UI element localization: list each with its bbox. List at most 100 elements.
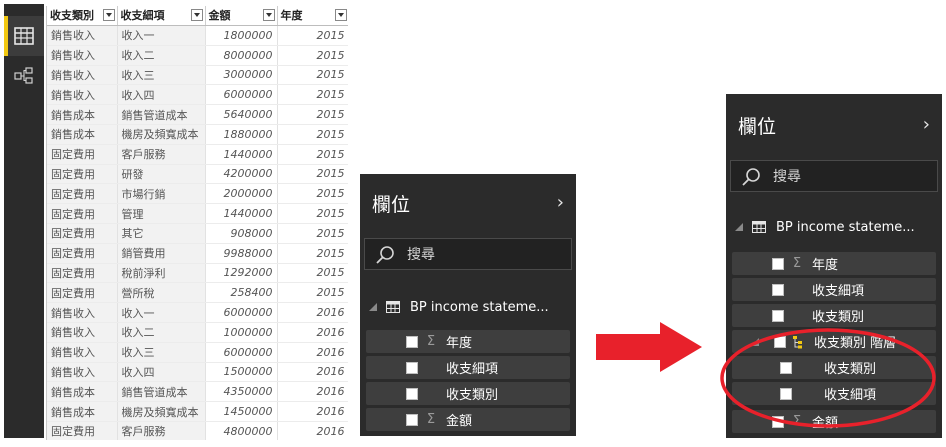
- table-cell: 1500000: [205, 362, 278, 383]
- table-cell: 1440000: [205, 144, 278, 165]
- table-row: 銷售收入 收入四 1500000 2016: [47, 362, 348, 383]
- field-checkbox[interactable]: [406, 387, 418, 400]
- column-filter-icon[interactable]: [102, 9, 115, 21]
- table-cell: 6000000: [205, 342, 278, 363]
- column-header[interactable]: 年度: [277, 6, 348, 26]
- table-cell: 2015: [277, 183, 348, 205]
- table-cell: 2016: [277, 362, 348, 383]
- column-filter-icon[interactable]: [262, 9, 275, 21]
- collapse-caret-icon[interactable]: [368, 302, 378, 312]
- table-cell: 銷管費用: [117, 243, 206, 264]
- field-row[interactable]: Σ收支細項: [366, 356, 570, 379]
- table-cell: 2016: [277, 421, 348, 440]
- column-header[interactable]: 收支類別: [47, 6, 118, 26]
- table-cell: 2015: [277, 25, 348, 46]
- table-cell: 4800000: [205, 421, 278, 440]
- hierarchy-row[interactable]: 收支類別 階層: [732, 330, 936, 353]
- table-cell: 收入一: [117, 25, 206, 46]
- table-row: 銷售收入 收入三 6000000 2016: [47, 342, 348, 363]
- table-cell: 1000000: [205, 322, 278, 343]
- table-cell: 2015: [277, 65, 348, 86]
- field-checkbox[interactable]: [406, 413, 418, 426]
- table-view-icon: [14, 27, 34, 45]
- table-cell: 1880000: [205, 124, 278, 145]
- table-cell: 8000000: [205, 45, 278, 66]
- table-cell: 銷售收入: [47, 45, 118, 66]
- table-cell: 258400: [205, 282, 278, 304]
- field-label: 收支類別: [824, 362, 877, 377]
- column-filter-icon[interactable]: [334, 9, 347, 21]
- field-checkbox[interactable]: [780, 387, 792, 400]
- column-filter-icon[interactable]: [190, 9, 203, 21]
- table-cell: 4350000: [205, 381, 278, 403]
- table-cell: 銷售收入: [47, 322, 118, 343]
- table-cell: 3000000: [205, 65, 278, 86]
- table-cell: 營所稅: [117, 282, 206, 304]
- sigma-icon: Σ: [792, 414, 802, 429]
- field-checkbox[interactable]: [406, 335, 418, 348]
- table-cell: 2015: [277, 144, 348, 165]
- collapse-caret-icon[interactable]: [750, 337, 760, 347]
- field-checkbox[interactable]: [406, 361, 418, 374]
- table-cell: 1450000: [205, 401, 278, 422]
- field-label: 收支類別: [446, 388, 499, 403]
- table-cell: 收入三: [117, 65, 206, 86]
- table-cell: 稅前淨利: [117, 263, 206, 284]
- table-row: 銷售收入 收入四 6000000 2015: [47, 84, 348, 106]
- table-row: 銷售收入 收入二 8000000 2015: [47, 45, 348, 66]
- chevron-right-icon[interactable]: ›: [557, 192, 564, 213]
- table-node[interactable]: BP income stateme...: [730, 216, 938, 238]
- field-row[interactable]: Σ 收支細項: [732, 278, 936, 301]
- sigma-icon: Σ: [426, 334, 436, 349]
- field-checkbox[interactable]: [780, 361, 792, 374]
- table-cell: 研發: [117, 164, 206, 185]
- column-header[interactable]: 收支細項: [117, 6, 206, 26]
- field-row[interactable]: Σ 金額: [366, 408, 570, 431]
- table-cell: 2016: [277, 381, 348, 403]
- field-row[interactable]: Σ 年度: [366, 330, 570, 353]
- table-cell: 其它: [117, 223, 206, 244]
- chevron-right-icon[interactable]: ›: [923, 114, 930, 135]
- table-cell: 銷售成本: [47, 401, 118, 422]
- table-cell: 5640000: [205, 104, 278, 125]
- table-cell: 銷售收入: [47, 65, 118, 86]
- field-checkbox[interactable]: [772, 257, 784, 270]
- collapse-caret-icon[interactable]: [734, 222, 744, 232]
- field-row[interactable]: Σ收支類別: [366, 382, 570, 405]
- column-header[interactable]: 金額: [205, 6, 278, 26]
- table-cell: 固定費用: [47, 282, 118, 304]
- search-input[interactable]: [407, 243, 557, 267]
- table-cell: 銷售收入: [47, 362, 118, 383]
- table-header-row: 收支類別 收支細項 金額 年度: [47, 6, 348, 26]
- field-row[interactable]: Σ 收支類別: [732, 304, 936, 327]
- table-node[interactable]: BP income stateme...: [364, 296, 572, 318]
- table-cell: 2015: [277, 223, 348, 244]
- table-cell: 9988000: [205, 243, 278, 264]
- field-row[interactable]: Σ 年度: [732, 252, 936, 275]
- field-checkbox[interactable]: [772, 309, 784, 322]
- hierarchy-level-row[interactable]: Σ 收支類別: [732, 356, 936, 379]
- hierarchy-level-row[interactable]: Σ 收支細項: [732, 382, 936, 405]
- table-cell: 銷售成本: [47, 104, 118, 125]
- model-view-button[interactable]: [4, 56, 44, 96]
- table-cell: 908000: [205, 223, 278, 244]
- fields-panel-before: 欄位 › BP income stateme... Σ年度Σ收支細項Σ收支類別Σ…: [360, 174, 576, 436]
- table-row: 固定費用 稅前淨利 1292000 2015: [47, 263, 348, 284]
- table-row: 銷售成本 機房及頻寬成本 1880000 2015: [47, 124, 348, 145]
- table-row: 固定費用 研發 4200000 2015: [47, 164, 348, 185]
- table-cell: 銷售收入: [47, 342, 118, 363]
- table-cell: 客戶服務: [117, 144, 206, 165]
- table-row: 固定費用 客戶服務 1440000 2015: [47, 144, 348, 165]
- field-checkbox[interactable]: [772, 415, 784, 428]
- data-view-button[interactable]: [4, 16, 44, 56]
- field-row[interactable]: Σ 金額: [732, 410, 936, 433]
- table-cell: 固定費用: [47, 203, 118, 224]
- table-cell: 1800000: [205, 25, 278, 46]
- field-label: 收支類別: [812, 310, 865, 325]
- hierarchy-icon: [793, 335, 802, 348]
- field-checkbox[interactable]: [774, 335, 786, 348]
- table-cell: 2000000: [205, 183, 278, 205]
- search-input[interactable]: [773, 165, 923, 189]
- data-table: 收支類別 收支細項 金額 年度 銷售收入 收入一 1800000 2015 銷售收入 收入…: [47, 6, 348, 440]
- field-checkbox[interactable]: [772, 283, 784, 296]
